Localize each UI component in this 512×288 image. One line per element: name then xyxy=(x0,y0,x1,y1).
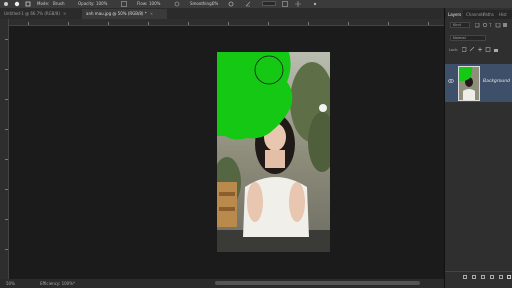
tab-anh-mau[interactable]: anh mau.jpg @ 50% (RGB/8) * × xyxy=(82,9,167,19)
tab-history[interactable]: Hist xyxy=(497,10,509,19)
close-icon[interactable]: × xyxy=(63,11,66,16)
layer-row-background[interactable]: Background xyxy=(445,64,512,102)
ruler-tick xyxy=(348,22,349,25)
brush-tool-icon[interactable] xyxy=(3,1,9,7)
tab-paths[interactable]: Paths xyxy=(481,10,496,19)
ruler-tick xyxy=(5,69,8,70)
filter-icons[interactable]: T xyxy=(475,23,511,28)
flow-label: Flow: xyxy=(137,1,148,6)
tab-layers[interactable]: Layers xyxy=(446,10,464,19)
ruler-tick xyxy=(148,22,149,25)
status-bar: 50% Efficiency: 100%* xyxy=(0,279,444,288)
ruler-tick xyxy=(5,249,8,250)
brush-preset-icon[interactable] xyxy=(14,1,20,7)
brush-settings-icon[interactable] xyxy=(25,1,31,7)
ruler-tick xyxy=(68,22,69,25)
tab-untitled[interactable]: Untitled-1 @ 66.7% (RGB/8) × xyxy=(0,9,80,19)
angle-input[interactable] xyxy=(262,1,276,6)
mode-select[interactable]: Brush xyxy=(53,1,65,6)
flow-input[interactable]: 100% xyxy=(149,1,160,6)
ruler-tick xyxy=(428,22,429,25)
ruler-tick xyxy=(268,22,269,25)
smoothing-gear-icon[interactable] xyxy=(228,1,234,7)
blend-mode-value: Normal xyxy=(453,36,466,40)
smoothing-label: Smoothing: xyxy=(190,1,213,6)
pressure-opacity-icon[interactable] xyxy=(121,1,127,7)
link-layers-icon[interactable] xyxy=(463,275,467,279)
document-canvas[interactable] xyxy=(217,52,330,252)
ruler-tick xyxy=(308,22,309,25)
ruler-tick xyxy=(28,22,29,25)
photoshop-window: Mode: Brush Opacity: 100% Flow: 100% Smo… xyxy=(0,0,512,288)
svg-text:T: T xyxy=(488,23,492,28)
layer-style-icon[interactable] xyxy=(472,275,476,279)
ruler-tick xyxy=(5,219,8,220)
efficiency-readout: Efficiency: 100%* xyxy=(40,281,76,286)
layer-thumbnail-image xyxy=(459,67,479,100)
extra-options-icon[interactable] xyxy=(312,1,318,7)
photo-image xyxy=(217,52,330,252)
delete-layer-icon[interactable] xyxy=(507,275,511,279)
symmetry-icon[interactable] xyxy=(295,1,301,7)
horizontal-scrollbar[interactable] xyxy=(215,281,420,285)
vertical-ruler xyxy=(0,19,9,279)
lock-label: Lock: xyxy=(449,48,459,52)
add-mask-icon[interactable] xyxy=(481,275,485,279)
ruler-tick xyxy=(388,22,389,25)
tab-label: Untitled-1 @ 66.7% (RGB/8) xyxy=(4,11,60,16)
ruler-tick xyxy=(228,22,229,25)
horizontal-ruler xyxy=(8,19,444,26)
close-icon[interactable]: × xyxy=(150,11,153,16)
ruler-tick xyxy=(5,99,8,100)
ruler-tick xyxy=(5,189,8,190)
airbrush-icon[interactable] xyxy=(174,1,180,7)
mode-label: Mode: xyxy=(37,1,50,6)
panel-tabs: Layers Channels Paths Hist xyxy=(445,10,512,19)
lock-icons[interactable] xyxy=(462,47,506,53)
zoom-level[interactable]: 50% xyxy=(6,281,15,286)
opacity-label: Opacity: xyxy=(78,1,95,6)
layer-name[interactable]: Background xyxy=(483,79,510,84)
ruler-tick xyxy=(5,129,8,130)
new-group-icon[interactable] xyxy=(490,275,494,279)
visibility-eye-icon[interactable] xyxy=(448,78,454,84)
new-layer-icon[interactable] xyxy=(499,275,503,279)
ruler-tick xyxy=(5,159,8,160)
filter-kind-label: Kind xyxy=(453,23,461,27)
layer-filter-select[interactable]: Kind xyxy=(450,22,470,28)
tab-label: anh mau.jpg @ 50% (RGB/8) * xyxy=(86,11,147,16)
angle-icon[interactable] xyxy=(245,1,251,7)
smoothing-input[interactable]: 0% xyxy=(212,1,218,6)
layer-thumbnail xyxy=(458,66,480,101)
blend-mode-select[interactable]: Normal xyxy=(450,35,486,41)
panel-footer xyxy=(445,271,512,282)
pressure-size-icon[interactable] xyxy=(282,1,288,7)
ruler-tick xyxy=(5,39,8,40)
ruler-tick xyxy=(108,22,109,25)
opacity-input[interactable]: 100% xyxy=(96,1,107,6)
ruler-tick xyxy=(188,22,189,25)
document-tabs: Untitled-1 @ 66.7% (RGB/8) × anh mau.jpg … xyxy=(0,8,444,19)
layers-panel: Layers Channels Paths Hist Kind T Normal… xyxy=(444,8,512,288)
